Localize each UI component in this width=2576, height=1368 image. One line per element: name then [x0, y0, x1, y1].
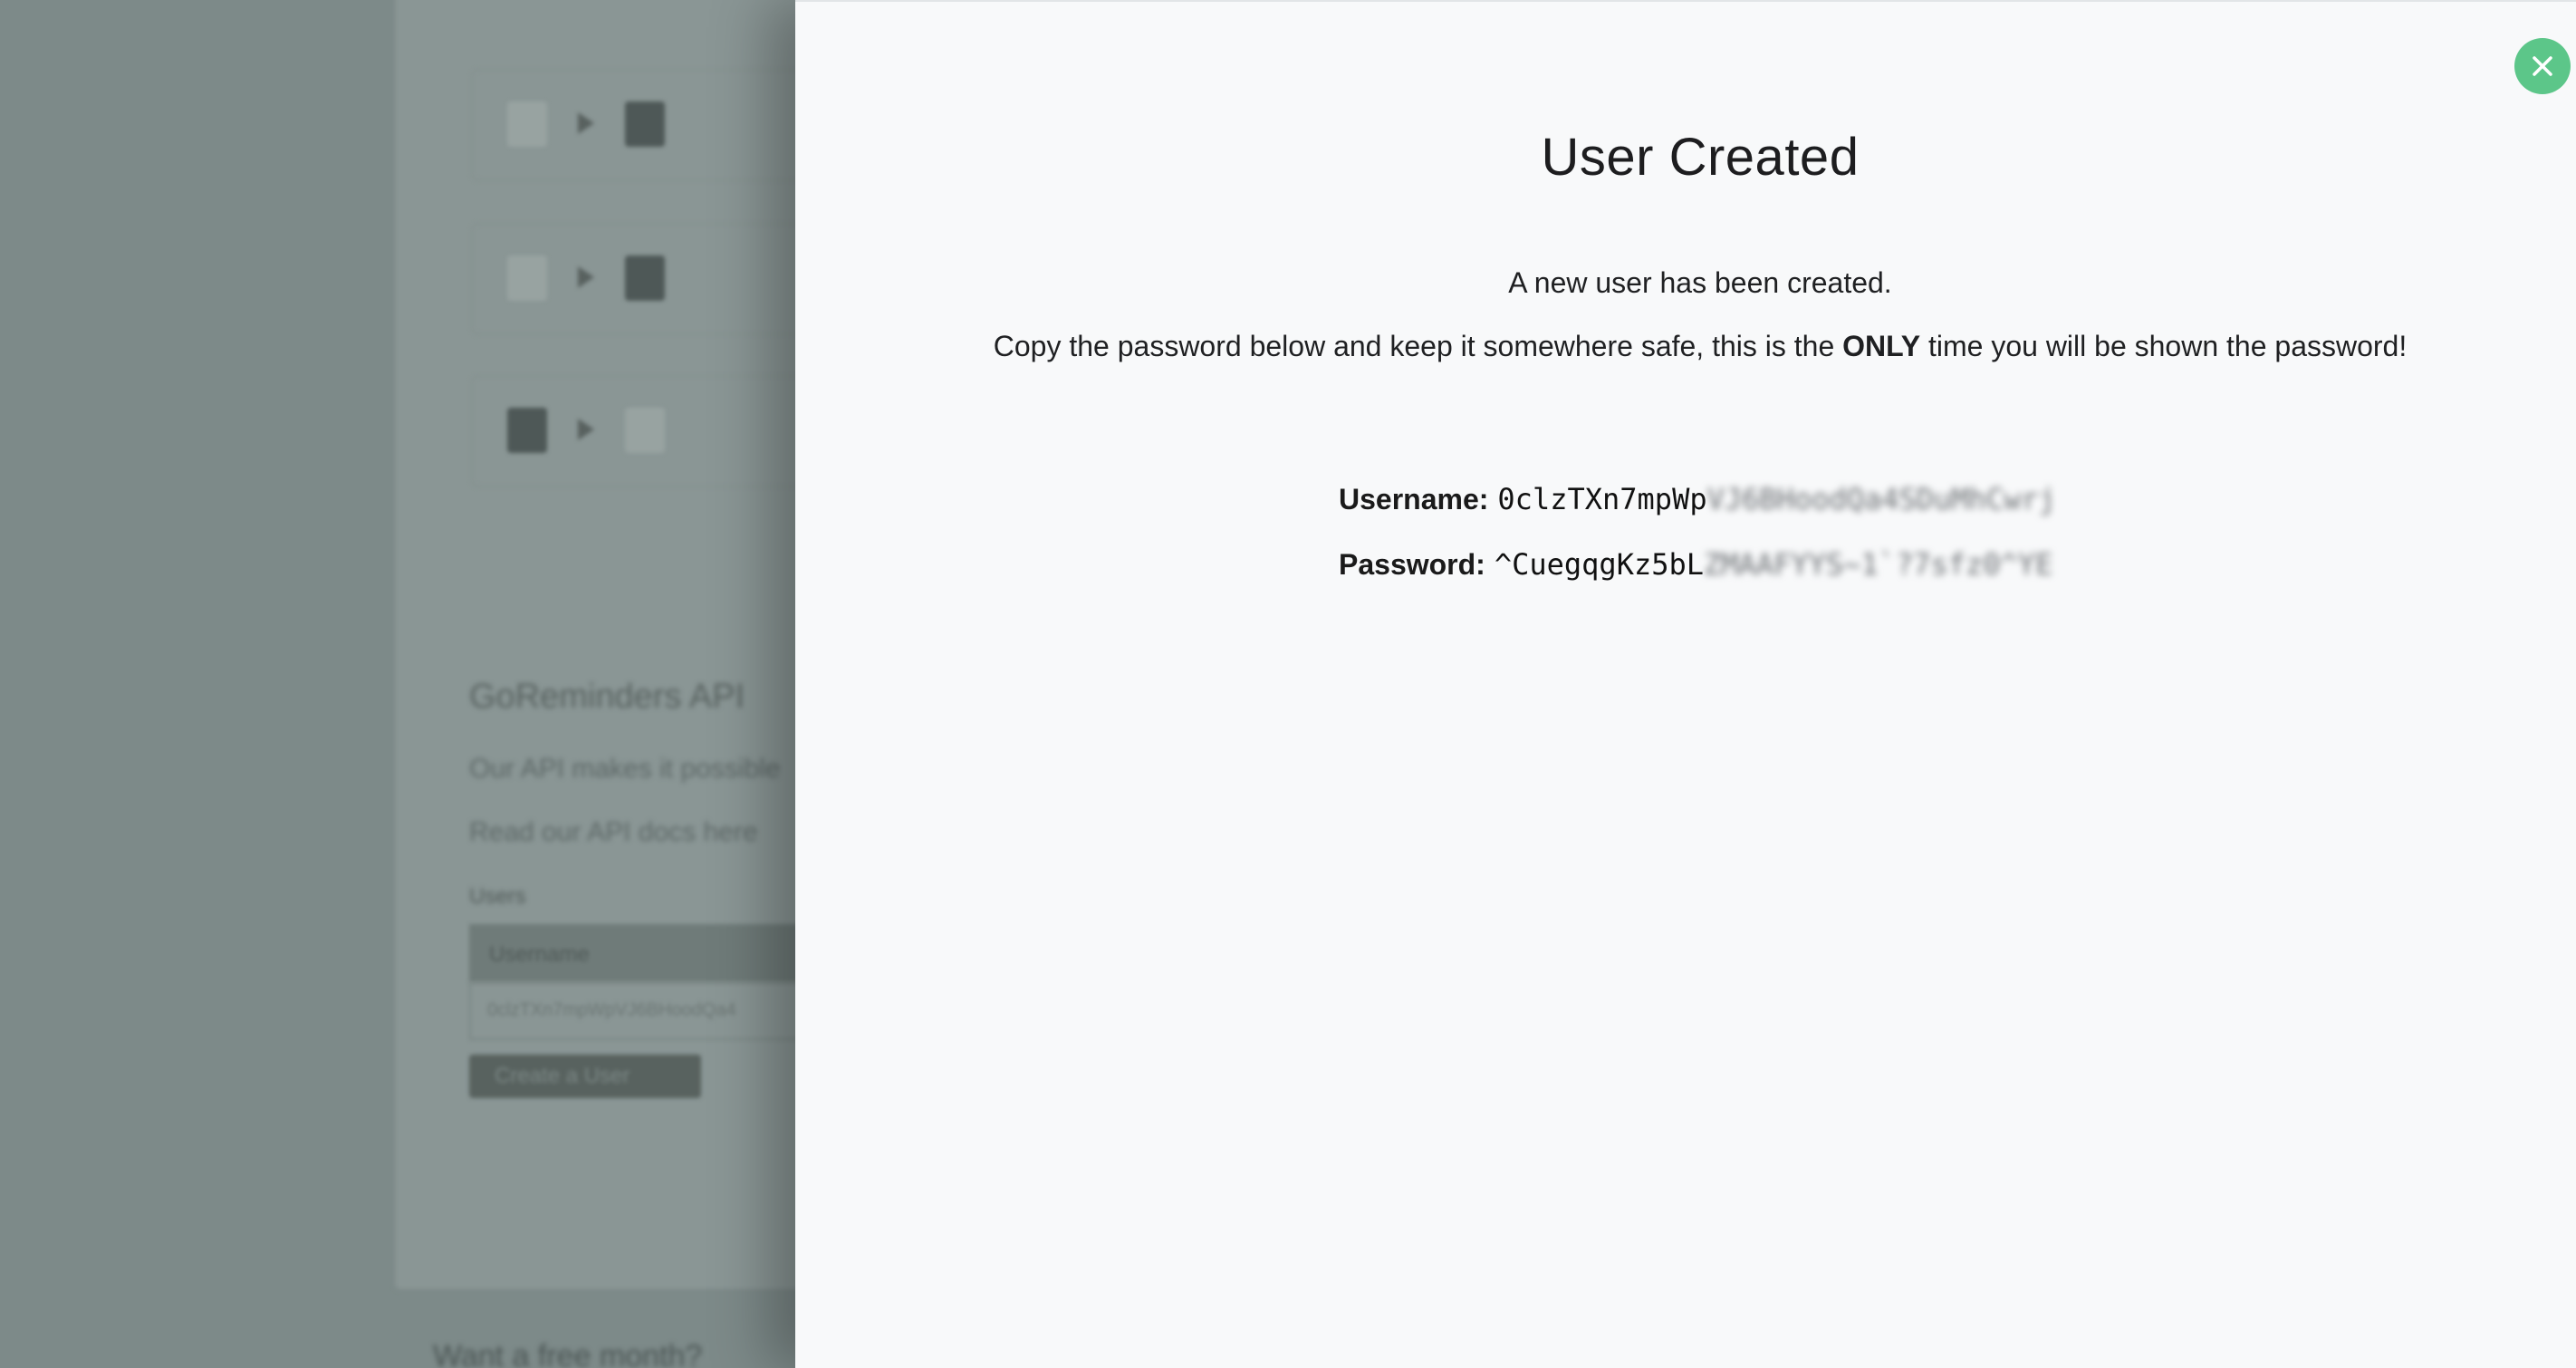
password-value-redacted[interactable]: ZMAAFYYS~1`?7sfz0^YE: [1704, 547, 2052, 582]
calendar-icon: [625, 408, 665, 453]
background-paragraph: Read our API docs here: [469, 817, 758, 847]
background-table-header-cell: Username: [489, 942, 590, 967]
calendar-icon: [507, 255, 547, 301]
background-footer-text: Want a free month?: [433, 1339, 703, 1368]
username-value-redacted[interactable]: VJ6BHoodQa4SDuMhCwrj: [1707, 482, 2056, 516]
background-create-user-label: Create a User: [495, 1064, 630, 1088]
background-create-user-button: Create a User: [469, 1055, 701, 1098]
close-button[interactable]: [2514, 38, 2571, 94]
password-value[interactable]: ^CuegqgKz5bL: [1495, 547, 1704, 582]
password-warning-text-end: time you will be shown the password!: [1920, 330, 2408, 362]
password-warning-message: Copy the password below and keep it some…: [795, 330, 2576, 363]
username-value[interactable]: 0clzTXn7mpWp: [1497, 482, 1706, 516]
password-warning-text: Copy the password below and keep it some…: [993, 330, 1843, 362]
calendar-icon: [507, 101, 547, 147]
close-icon: [2533, 56, 2552, 76]
background-users-label: Users: [469, 884, 526, 909]
password-row: Password: ^CuegqgKz5bL ZMAAFYYS~1`?7sfz0…: [1339, 547, 2052, 582]
user-created-modal: User Created A new user has been created…: [795, 0, 2576, 1368]
arrow-right-icon: [578, 419, 594, 440]
background-table-cell: 0clzTXn7mpWpVJ6BHoodQa4: [487, 1000, 736, 1020]
password-label: Password:: [1339, 548, 1485, 581]
background-section-title: GoReminders API: [469, 678, 745, 716]
contact-icon: [625, 255, 665, 301]
password-warning-emphasis: ONLY: [1842, 330, 1921, 362]
background-paragraph: Our API makes it possible: [469, 754, 781, 784]
arrow-right-icon: [578, 112, 594, 134]
user-created-message: A new user has been created.: [1508, 266, 1892, 299]
background-table-header: Username: [469, 924, 850, 982]
contact-icon: [507, 408, 547, 453]
username-label: Username:: [1339, 483, 1489, 515]
arrow-right-icon: [578, 266, 594, 288]
document-icon: [625, 101, 665, 147]
username-row: Username: 0clzTXn7mpWp VJ6BHoodQa4SDuMhC…: [1339, 482, 2056, 516]
modal-title: User Created: [1541, 128, 1860, 187]
